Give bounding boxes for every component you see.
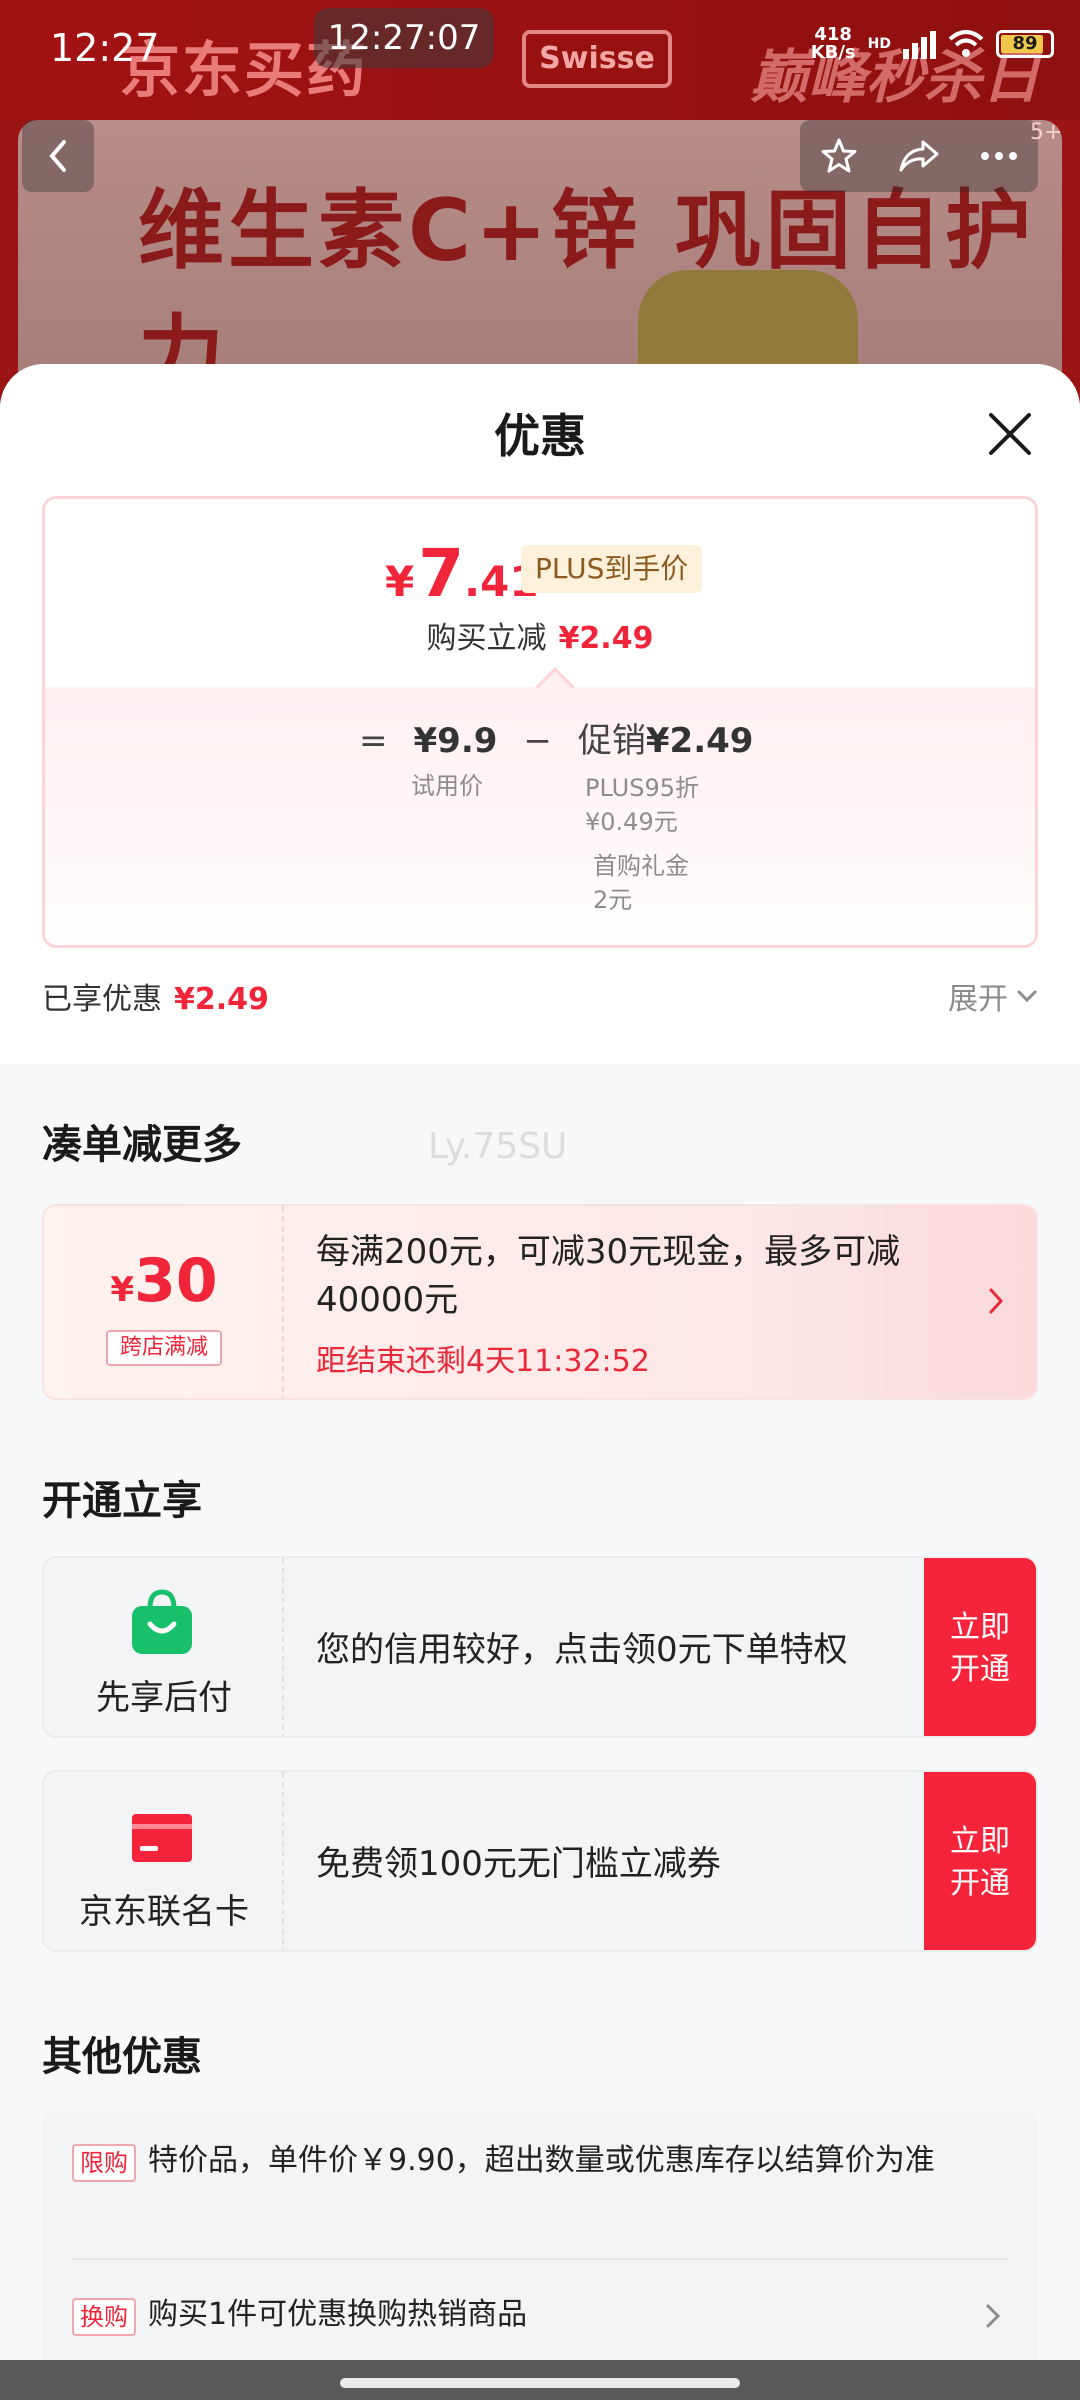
promo-amount-area: ¥30 跨店满减 [44,1206,284,1398]
wifi-icon [948,30,984,57]
chevron-right-icon [989,1288,1004,1314]
close-icon [989,413,1031,455]
first-gift-label: 首购礼金 [593,852,689,880]
discount-sheet: 优惠 ¥ 7 .41 PLUS到手价 购买立减¥2.49 = ¥9.9 − 促 [0,364,1080,2400]
navigation-bar [0,2360,1080,2400]
co-brand-card-card[interactable]: 京东联名卡 免费领100元无门槛立减券 立即 开通 [42,1770,1038,1952]
activate-pay-later-button[interactable]: 立即 开通 [924,1558,1036,1736]
battery-icon: 89 [996,30,1054,58]
divider [72,2258,1008,2260]
promo-countdown: 距结束还剩4天11:32:52 [316,1344,650,1379]
price-summary-section: 优惠 ¥ 7 .41 PLUS到手价 购买立减¥2.49 = ¥9.9 − 促 [0,364,1080,1064]
watermark: Ly.75SU [428,1126,568,1167]
top-action-bar [800,120,1038,192]
signal-icon [903,29,936,59]
back-button[interactable] [22,120,94,192]
co-brand-card-name: 京东联名卡 [79,1892,249,1932]
more-icon[interactable] [979,150,1019,162]
plus-discount-label: PLUS95折 [585,774,699,802]
trade-in-text: 购买1件可优惠换购热销商品 [148,2297,528,2332]
trial-price: ¥9.9 [413,721,498,761]
chevron-right-icon [986,2304,1001,2328]
promo-label: 促销¥2.49 [577,721,754,761]
promo-type-tag: 跨店满减 [106,1330,222,1366]
partner-logo: Swisse [522,30,672,88]
hd-indicator: HD [867,36,891,52]
product-page-background: 京东买药 Swisse 巅峰秒杀日 维生素C+锌 巩固自护力 [0,0,1080,420]
plus-price-tag: PLUS到手价 [521,545,703,593]
status-time: 12:27 [50,26,160,70]
chevron-left-icon [49,140,66,172]
share-icon[interactable] [897,136,941,176]
status-center-clock: 12:27:07 [314,8,494,68]
first-gift-amount: 2元 [593,886,633,914]
close-button[interactable] [980,404,1040,464]
expand-button[interactable]: 展开 [948,974,1038,1018]
pay-later-info: 先享后付 [44,1558,284,1736]
star-icon[interactable] [819,136,859,176]
trade-in-item[interactable]: 换购 购买1件可优惠换购热销商品 [72,2292,1002,2338]
sheet-title: 优惠 [494,409,586,463]
price-breakdown-card: ¥ 7 .41 PLUS到手价 购买立减 ¥2.49 = ¥9.9 − 促销¥2.… [42,496,1038,948]
trial-price-label: 试用价 [411,772,483,800]
cross-store-promo-card[interactable]: ¥30 跨店满减 每满200元，可减30元现金，最多可减40000元 距结束还剩… [42,1204,1038,1400]
other-discounts-card: 限购 特价品，单件价￥9.90，超出数量或优惠库存以结算价为准 换购 购买1件可… [42,2112,1038,2400]
pay-later-desc: 您的信用较好，点击领0元下单特权 [316,1630,848,1670]
activate-co-brand-card-button[interactable]: 立即 开通 [924,1772,1036,1950]
credit-card-icon [132,1814,192,1862]
promo-description: 每满200元，可减30元现金，最多可减40000元 [316,1232,901,1320]
more-discount-title: 凑单减更多 [42,1122,242,1168]
chevron-down-icon [1017,990,1037,1003]
open-benefits-title: 开通立享 [42,1478,202,1524]
status-indicators: 418 KB/s HD 89 [811,26,1054,62]
plus-discount-amount: ¥0.49元 [585,808,678,836]
co-brand-card-desc: 免费领100元无门槛立减券 [316,1844,721,1884]
pay-later-card[interactable]: 先享后付 您的信用较好，点击领0元下单特权 立即 开通 [42,1556,1038,1738]
other-discounts-title: 其他优惠 [42,2034,202,2080]
network-speed: 418 KB/s [810,24,856,63]
message-badge: 5+ [1030,120,1063,145]
final-price: ¥ 7 .41 [385,535,539,612]
enjoyed-discount: 已享优惠 ¥2.49 [42,982,269,1017]
trade-in-badge: 换购 [72,2298,136,2336]
price-formula: = ¥9.9 − 促销¥2.49 [359,713,753,762]
limit-text: 特价品，单件价￥9.90，超出数量或优惠库存以结算价为准 [148,2143,935,2178]
co-brand-card-info: 京东联名卡 [44,1772,284,1950]
pay-later-name: 先享后付 [96,1678,232,1718]
promo-amount: ¥30 [110,1246,218,1316]
limit-purchase-item: 限购 特价品，单件价￥9.90，超出数量或优惠库存以结算价为准 [72,2138,972,2184]
limit-badge: 限购 [72,2144,136,2182]
home-indicator[interactable] [340,2378,740,2388]
instant-discount: 购买立减 ¥2.49 [426,621,654,656]
shopping-bag-icon [132,1589,192,1654]
